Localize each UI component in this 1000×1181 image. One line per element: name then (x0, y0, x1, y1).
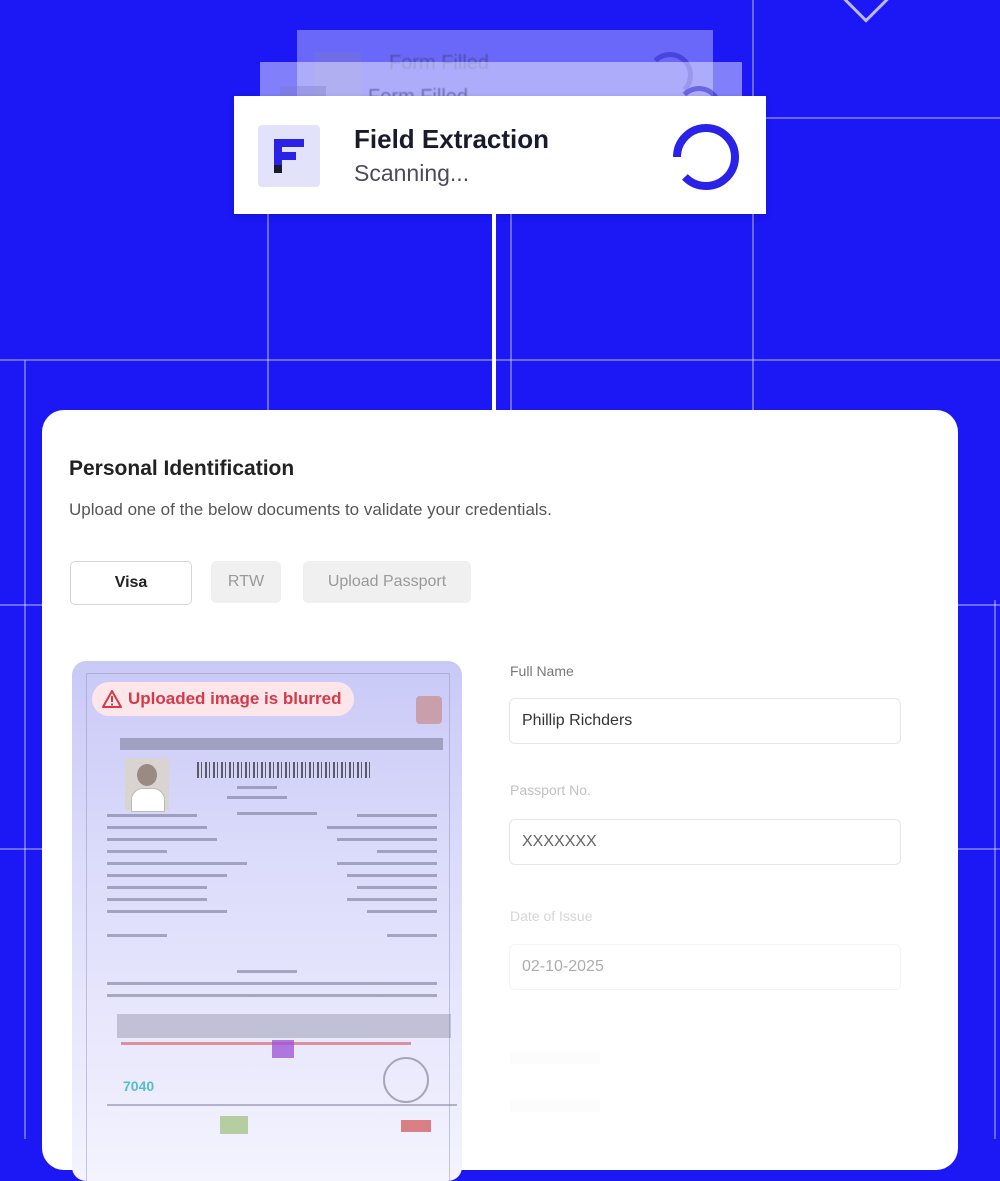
doc-text-line (107, 898, 207, 901)
id-photo (125, 758, 169, 812)
grid-line (24, 360, 26, 1139)
doc-text-line (107, 874, 227, 877)
doc-text-line (107, 826, 207, 829)
doc-text-line (337, 838, 437, 841)
status-card-title: Field Extraction (354, 124, 550, 154)
doc-qr-icon (272, 1040, 294, 1058)
doc-red-logo (401, 1120, 431, 1132)
tab-rtw[interactable]: RTW (211, 561, 281, 603)
doc-text-line (107, 994, 437, 997)
doc-text-line (367, 910, 437, 913)
doc-text-line (347, 874, 437, 877)
full-name-label: Full Name (510, 663, 574, 679)
passport-no-label: Passport No. (510, 782, 591, 798)
grid-line (0, 359, 1000, 361)
photo-body (131, 788, 165, 812)
placeholder-field-value (510, 1100, 600, 1112)
doc-info-box (117, 1014, 451, 1038)
seal-icon (383, 1057, 429, 1103)
doc-text-line (107, 850, 167, 853)
app-logo-icon (258, 125, 320, 187)
personal-identification-panel: Personal Identification Upload one of th… (42, 410, 958, 1181)
document-image: 7040 (86, 673, 457, 1181)
doc-text-line (107, 910, 227, 913)
placeholder-field-label (510, 1052, 600, 1064)
doc-text-line (357, 886, 437, 889)
blurred-warning-badge: Uploaded image is blurred (92, 682, 354, 716)
date-of-issue-label: Date of Issue (510, 908, 593, 924)
barcode-icon (197, 762, 371, 778)
passport-no-input[interactable]: XXXXXXX (509, 819, 901, 865)
doc-text-line (237, 812, 317, 815)
doc-text-line (327, 826, 437, 829)
warning-text: Uploaded image is blurred (128, 689, 342, 708)
doc-green-logo (220, 1116, 248, 1134)
tab-visa[interactable]: Visa (70, 561, 192, 605)
doc-text-line (337, 862, 437, 865)
grid-line (994, 600, 996, 1139)
doc-text-line (387, 934, 437, 937)
doc-text-line (107, 934, 167, 937)
grid-line (267, 214, 269, 410)
doc-footer-line (107, 1104, 457, 1106)
page-title: Personal Identification (69, 457, 295, 480)
date-of-issue-input[interactable]: 02-10-2025 (509, 944, 901, 990)
doc-text-line (107, 886, 207, 889)
doc-red-text (121, 1042, 411, 1045)
connector-line (492, 214, 496, 412)
spinner-icon (673, 124, 739, 190)
tab-upload-passport[interactable]: Upload Passport (303, 561, 471, 603)
uploaded-document-preview[interactable]: 7040 Uploaded image is blurred (72, 661, 462, 1181)
doc-text-line (237, 970, 297, 973)
grid-line (510, 214, 512, 410)
doc-text-line (357, 814, 437, 817)
doc-text-line (107, 838, 217, 841)
page-subtitle: Upload one of the below documents to val… (69, 500, 552, 519)
status-card-status: Scanning... (354, 160, 470, 186)
doc-text-line (107, 982, 437, 985)
doc-text-line (107, 814, 197, 817)
doc-text-line (347, 898, 437, 901)
doc-logo-text: 7040 (123, 1078, 155, 1094)
doc-text-line (377, 850, 437, 853)
emblem-icon (416, 696, 442, 724)
field-extraction-card: Field Extraction Scanning... (234, 96, 766, 214)
warning-triangle-icon (102, 690, 122, 708)
full-name-input[interactable]: Phillip Richders (509, 698, 901, 744)
document-header-band (120, 738, 443, 750)
grid-line (752, 117, 1000, 119)
photo-head (137, 764, 157, 786)
doc-text-line (237, 786, 277, 789)
diamond-decoration (836, 0, 896, 23)
doc-text-line (107, 862, 247, 865)
doc-text-line (227, 796, 287, 799)
